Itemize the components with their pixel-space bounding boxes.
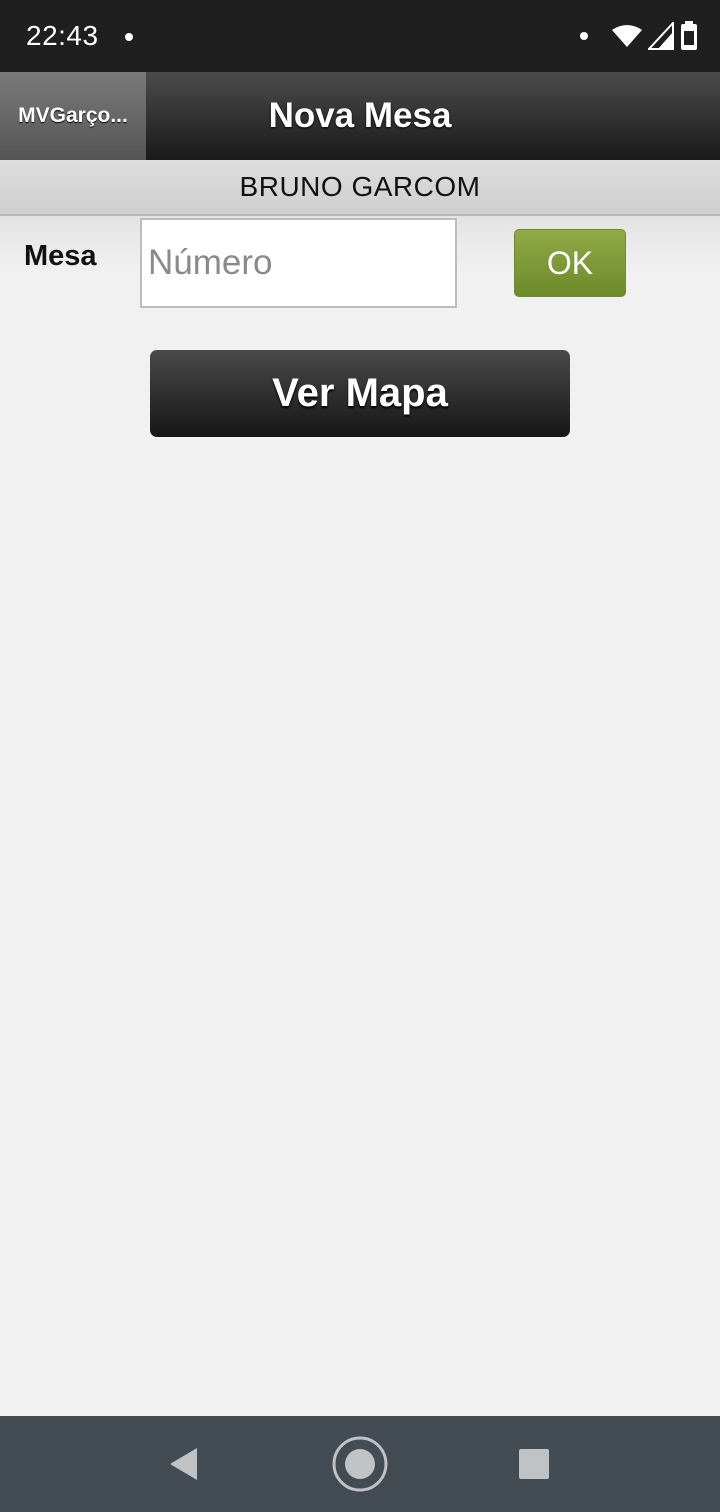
battery-icon	[681, 21, 697, 50]
table-number-input[interactable]	[140, 218, 457, 308]
back-icon	[170, 1448, 197, 1480]
back-button[interactable]: MVGarço...	[0, 72, 146, 160]
status-time: 22:43	[26, 20, 99, 51]
nav-back-button[interactable]	[136, 1416, 232, 1512]
page-title: Nova Mesa	[268, 96, 452, 135]
wifi-icon	[612, 25, 642, 47]
waiter-name: BRUNO GARCOM	[0, 160, 720, 216]
mesa-label: Mesa	[24, 240, 97, 272]
ok-button[interactable]: OK	[514, 229, 626, 297]
signal-icon	[648, 22, 674, 50]
dot-icon	[580, 32, 588, 40]
table-form: Mesa OK	[0, 216, 720, 312]
home-icon	[332, 1436, 388, 1492]
view-map-button[interactable]: Ver Mapa	[150, 350, 570, 437]
recents-icon	[519, 1449, 549, 1479]
status-bar: 22:43	[0, 0, 720, 72]
status-icons	[580, 20, 698, 52]
nav-recents-button[interactable]	[486, 1416, 582, 1512]
nav-home-button[interactable]	[312, 1416, 408, 1512]
navigation-bar	[0, 1416, 720, 1512]
action-bar: MVGarço... Nova Mesa	[0, 72, 720, 160]
notification-dot-icon	[125, 33, 133, 41]
